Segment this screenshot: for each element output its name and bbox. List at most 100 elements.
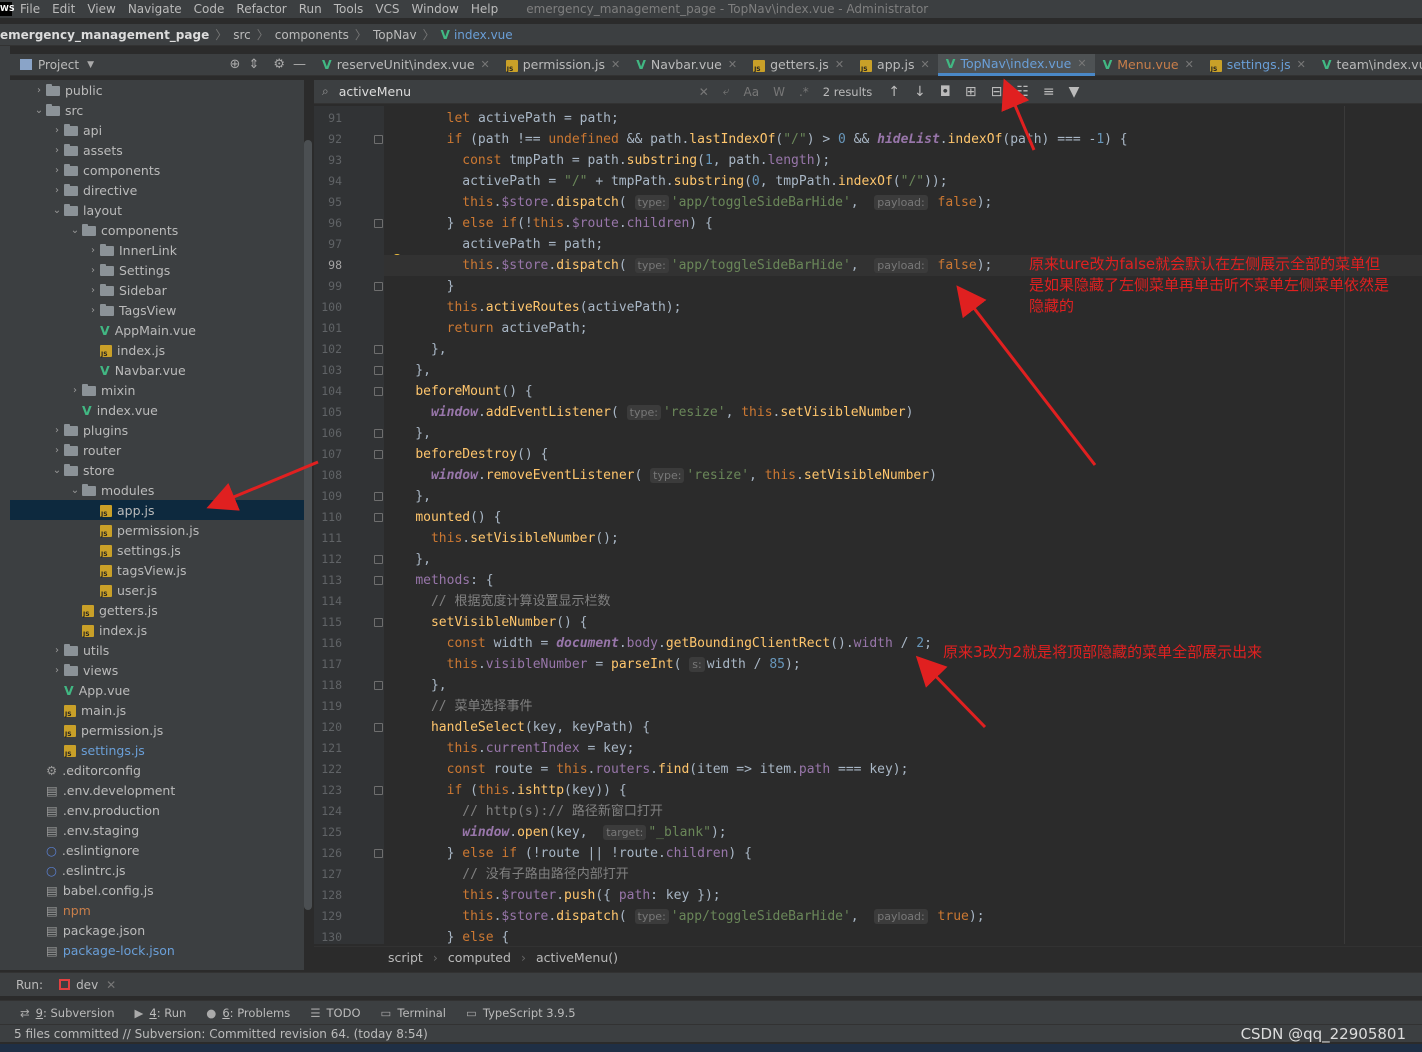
code-line[interactable]: },	[384, 339, 1422, 360]
run-config-tab[interactable]: dev ✕	[59, 978, 116, 992]
editor-tab[interactable]: Vteam\index.vue✕	[1314, 54, 1422, 76]
menu-item-file[interactable]: File	[20, 2, 40, 16]
select-all-icon[interactable]: ◘	[940, 84, 951, 100]
menu-item-edit[interactable]: Edit	[52, 2, 75, 16]
breadcrumb-item[interactable]: computed	[448, 950, 511, 965]
tree-item[interactable]: ⌄ components	[10, 220, 304, 240]
code-line[interactable]: activePath = "/" + tmpPath.substring(0, …	[384, 171, 1422, 192]
close-icon[interactable]: ✕	[1297, 58, 1306, 71]
tree-item[interactable]: ▤ babel.config.js	[10, 880, 304, 900]
nav-crumb[interactable]: index.vue	[454, 28, 513, 42]
chevron-right-icon[interactable]: ›	[50, 445, 64, 456]
menu-item-tools[interactable]: Tools	[334, 2, 364, 16]
editor-tab[interactable]: settings.js ✕	[1202, 54, 1314, 76]
chevron-right-icon[interactable]: ›	[50, 425, 64, 436]
fold-marker-icon[interactable]	[374, 429, 383, 438]
code-line[interactable]: mounted() {	[384, 507, 1422, 528]
words-toggle[interactable]: W	[773, 85, 785, 99]
menu-item-window[interactable]: Window	[412, 2, 459, 16]
nav-crumb[interactable]: TopNav	[373, 28, 417, 42]
tree-item[interactable]: ▤ .env.development	[10, 780, 304, 800]
arrow-up-icon[interactable]: ↑	[888, 84, 900, 100]
tool-window-button[interactable]: ▭ TypeScript 3.9.5	[466, 1006, 576, 1020]
tree-item[interactable]: › assets	[10, 140, 304, 160]
tree-item[interactable]: ⚙ .editorconfig	[10, 760, 304, 780]
filter-icon[interactable]: ▼	[1069, 84, 1080, 100]
history-icon[interactable]: ⤶	[723, 84, 730, 99]
fold-marker-icon[interactable]	[374, 555, 383, 564]
code-line[interactable]: } else if (!route || !route.children) {	[384, 843, 1422, 864]
close-icon[interactable]: ✕	[921, 58, 930, 71]
tree-item[interactable]: settings.js	[10, 540, 304, 560]
close-icon[interactable]: ✕	[481, 58, 490, 71]
tree-item[interactable]: ⌄ layout	[10, 200, 304, 220]
editor-tab[interactable]: getters.js ✕	[745, 54, 852, 76]
code-line[interactable]: this.$store.dispatch( type:'app/toggleSi…	[384, 192, 1422, 213]
tool-window-button[interactable]: ⇄ 9: Subversion	[20, 1006, 115, 1020]
tree-item[interactable]: › Settings	[10, 260, 304, 280]
code-line[interactable]: } else if(!this.$route.children) {	[384, 213, 1422, 234]
code-line[interactable]: window.removeEventListener( type:'resize…	[384, 465, 1422, 486]
chevron-down-icon[interactable]: ▼	[87, 60, 94, 70]
tree-item[interactable]: › Sidebar	[10, 280, 304, 300]
gear-icon[interactable]: ⚙	[273, 57, 285, 72]
tree-item[interactable]: › plugins	[10, 420, 304, 440]
fold-marker-icon[interactable]	[374, 219, 383, 228]
close-icon[interactable]: ✕	[1185, 58, 1194, 71]
fold-marker-icon[interactable]	[374, 618, 383, 627]
menu-item-code[interactable]: Code	[194, 2, 225, 16]
tool-window-button[interactable]: ● 6: Problems	[206, 1006, 290, 1020]
fold-marker-icon[interactable]	[374, 492, 383, 501]
chevron-right-icon[interactable]: ›	[50, 125, 64, 136]
tree-item[interactable]: V AppMain.vue	[10, 320, 304, 340]
tree-item[interactable]: › utils	[10, 640, 304, 660]
code-line[interactable]: },	[384, 360, 1422, 381]
chevron-down-icon[interactable]: ⌄	[68, 485, 82, 496]
tree-item[interactable]: › TagsView	[10, 300, 304, 320]
code-line[interactable]: setVisibleNumber() {	[384, 612, 1422, 633]
chevron-right-icon[interactable]: ›	[50, 145, 64, 156]
tree-item[interactable]: ▤ npm	[10, 900, 304, 920]
tree-item[interactable]: ⌄ modules	[10, 480, 304, 500]
fold-marker-icon[interactable]	[374, 576, 383, 585]
chevron-right-icon[interactable]: ›	[32, 85, 46, 96]
close-icon[interactable]: ✕	[106, 978, 116, 992]
tree-item[interactable]: main.js	[10, 700, 304, 720]
close-icon[interactable]: ✕	[1077, 57, 1086, 70]
search-input[interactable]: activeMenu	[339, 84, 699, 99]
code-line[interactable]: if (this.ishttp(key)) {	[384, 780, 1422, 801]
editor-tab[interactable]: permission.js ✕	[498, 54, 628, 76]
tree-item[interactable]: permission.js	[10, 720, 304, 740]
code-line[interactable]: // 没有子路由路径内部打开	[384, 864, 1422, 885]
fold-marker-icon[interactable]	[374, 450, 383, 459]
tree-item[interactable]: V Navbar.vue	[10, 360, 304, 380]
fold-marker-icon[interactable]	[374, 366, 383, 375]
tool-window-button[interactable]: ▶ 4: Run	[135, 1006, 187, 1020]
code-line[interactable]: return activePath;	[384, 318, 1422, 339]
chevron-right-icon[interactable]: ›	[50, 665, 64, 676]
menu-item-refactor[interactable]: Refactor	[236, 2, 286, 16]
tree-item[interactable]: ○ .eslintignore	[10, 840, 304, 860]
tree-item[interactable]: settings.js	[10, 740, 304, 760]
code-line[interactable]: let activePath = path;	[384, 108, 1422, 129]
tree-item[interactable]: › InnerLink	[10, 240, 304, 260]
collapse-all-icon[interactable]: ⇕	[248, 57, 259, 72]
hide-icon[interactable]: —	[293, 57, 306, 72]
clear-icon[interactable]: ✕	[699, 85, 709, 99]
fold-marker-icon[interactable]	[374, 345, 383, 354]
tree-item[interactable]: Vindex.vue	[10, 400, 304, 420]
chevron-right-icon[interactable]: ›	[86, 285, 100, 296]
arrow-down-icon[interactable]: ↓	[914, 84, 926, 100]
tree-item[interactable]: › components	[10, 160, 304, 180]
code-line[interactable]: const tmpPath = path.substring(1, path.l…	[384, 150, 1422, 171]
filter-options-icon[interactable]: ≡	[1043, 84, 1055, 100]
chevron-down-icon[interactable]: ⌄	[50, 465, 64, 476]
code-line[interactable]: handleSelect(key, keyPath) {	[384, 717, 1422, 738]
tree-item[interactable]: index.js	[10, 340, 304, 360]
chevron-right-icon[interactable]: ›	[86, 245, 100, 256]
code-line[interactable]: this.$router.push({ path: key });	[384, 885, 1422, 906]
code-line[interactable]: if (path !== undefined && path.lastIndex…	[384, 129, 1422, 150]
chevron-right-icon[interactable]: ›	[86, 265, 100, 276]
code-line[interactable]: },	[384, 423, 1422, 444]
tree-item[interactable]: › views	[10, 660, 304, 680]
